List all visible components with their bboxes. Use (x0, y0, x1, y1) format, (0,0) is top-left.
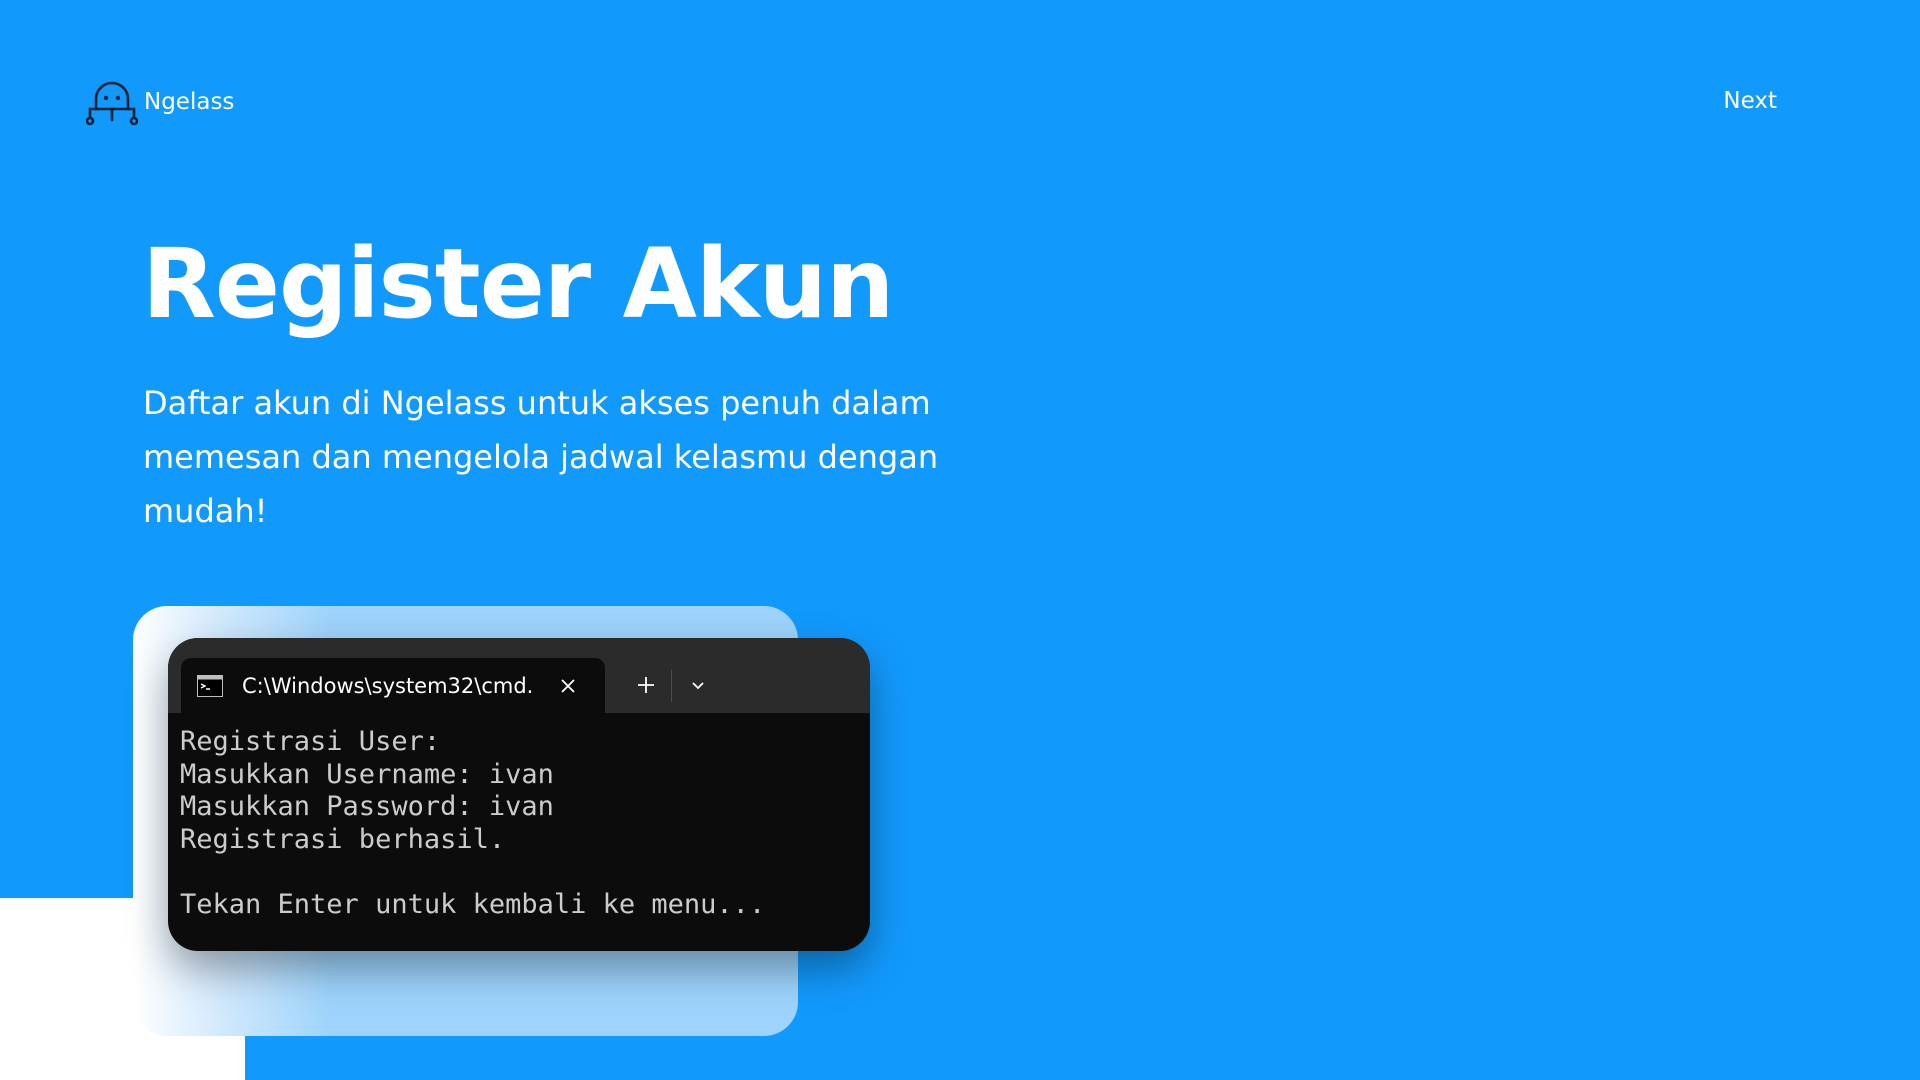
new-tab-button[interactable] (628, 667, 664, 703)
terminal-output: Registrasi User: Masukkan Username: ivan… (180, 726, 860, 921)
close-icon (561, 678, 575, 693)
terminal-tab-title: C:\Windows\system32\cmd.exe (242, 673, 534, 698)
page-subtitle: Daftar akun di Ngelass untuk akses penuh… (143, 384, 939, 530)
next-link[interactable]: Next (1723, 88, 1777, 114)
terminal-line: Masukkan Username: ivan (180, 758, 554, 790)
chevron-down-icon (692, 682, 704, 690)
tab-divider (671, 670, 672, 702)
terminal-tab-bar: C:\Windows\system32\cmd.exe (168, 638, 870, 713)
brand-logo[interactable]: Ngelass (86, 76, 234, 128)
terminal-tab[interactable]: C:\Windows\system32\cmd.exe (181, 658, 605, 713)
cmd-icon (197, 674, 223, 697)
terminal-line: Tekan Enter untuk kembali ke menu... (180, 888, 766, 920)
terminal-line: Registrasi User: (180, 726, 441, 757)
tab-dropdown-button[interactable] (680, 667, 716, 703)
plus-icon (638, 677, 654, 693)
terminal-window: C:\Windows\system32\cmd.exe Registrasi U… (168, 638, 870, 951)
brand-name: Ngelass (144, 89, 235, 115)
tab-close-button[interactable] (554, 672, 582, 700)
robot-logo-icon (86, 81, 138, 126)
page-title: Register Akun (142, 228, 894, 340)
terminal-line: Masukkan Password: ivan (180, 791, 554, 822)
terminal-line: Registrasi berhasil. (180, 823, 506, 855)
